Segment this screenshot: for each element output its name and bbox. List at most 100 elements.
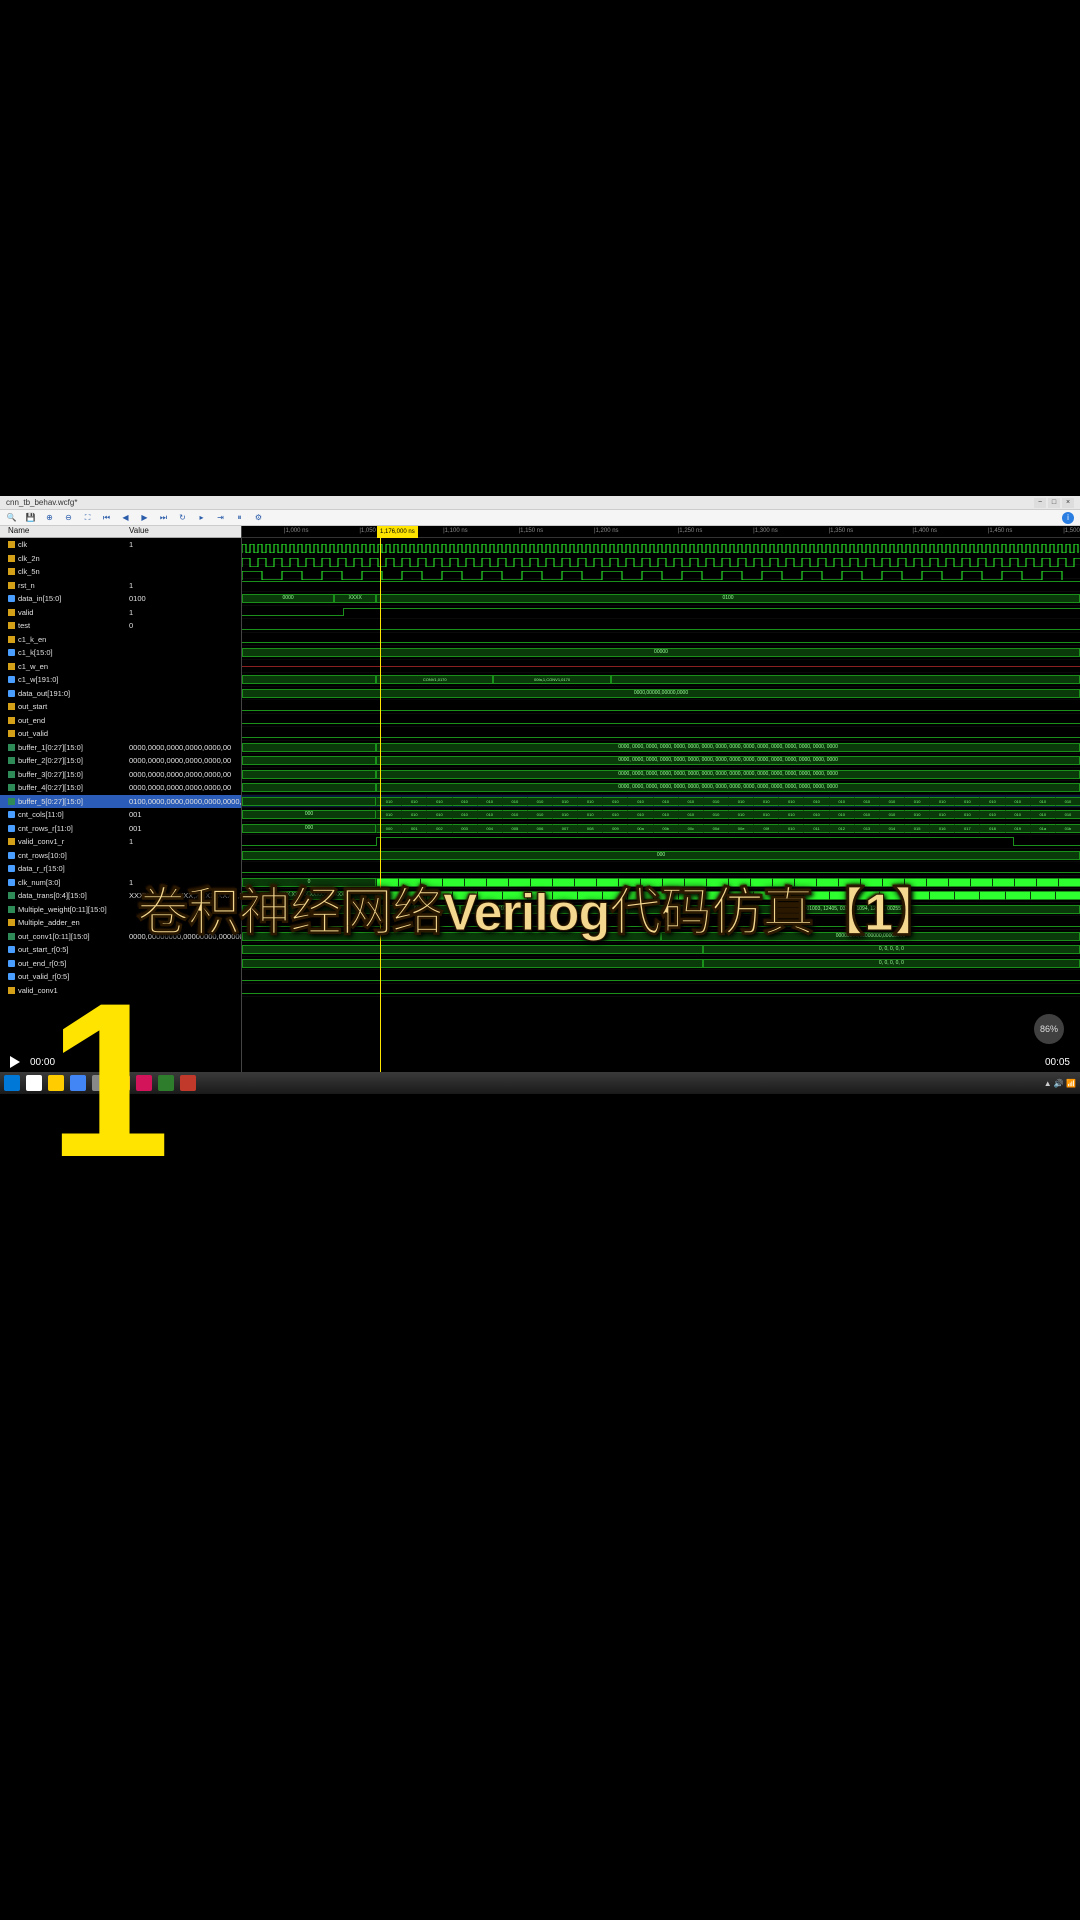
wave-row[interactable]: 0000, 0000, 0000, 0000, 0000, 0000, 0000… (242, 741, 1080, 755)
wave-row[interactable] (242, 579, 1080, 593)
wave-row[interactable]: CONV1,017000fa,1,CONV1,0170 (242, 673, 1080, 687)
progress-badge: 86% (1034, 1014, 1064, 1044)
wave-row[interactable]: 0100100100100100100100100100100100100100… (242, 795, 1080, 809)
info-icon[interactable]: i (1062, 512, 1074, 524)
windows-start-icon[interactable] (4, 1075, 20, 1091)
signal-row[interactable]: clk1 (0, 538, 241, 552)
time-ruler[interactable]: 1,176,000 ns |1,000 ns|1,050 ns|1,100 ns… (242, 526, 1080, 538)
restart-icon[interactable]: ↻ (177, 512, 188, 523)
signal-row[interactable]: data_in[15:0]0100 (0, 592, 241, 606)
wave-row[interactable]: 0000, 0000, 0000, 0000, 0000, 0000, 0000… (242, 768, 1080, 782)
signal-row[interactable]: buffer_3[0:27][15:0]0000,0000,0000,0000,… (0, 768, 241, 782)
wave-row[interactable] (242, 714, 1080, 728)
wave-row[interactable] (242, 606, 1080, 620)
signal-row[interactable]: buffer_2[0:27][15:0]0000,0000,0000,0000,… (0, 754, 241, 768)
signal-name: Multiple_adder_en (18, 918, 80, 927)
wave-row[interactable] (242, 538, 1080, 552)
wave-row[interactable]: 0, 0, 0, 0, 0 (242, 957, 1080, 971)
tray-icons[interactable]: ▲ 🔊 📶 (1044, 1079, 1076, 1088)
search-taskbar-icon[interactable] (26, 1075, 42, 1091)
signal-row[interactable]: c1_w[191:0] (0, 673, 241, 687)
wave-row[interactable] (242, 565, 1080, 579)
cursor-line[interactable] (380, 538, 381, 1072)
arr-icon (8, 906, 15, 913)
app5-icon[interactable] (180, 1075, 196, 1091)
wave-row[interactable] (242, 984, 1080, 998)
signal-row[interactable]: buffer_4[0:27][15:0]0000,0000,0000,0000,… (0, 781, 241, 795)
wave-row[interactable] (242, 633, 1080, 647)
signal-row[interactable]: out_valid (0, 727, 241, 741)
signal-row[interactable]: test0 (0, 619, 241, 633)
bus-icon (8, 865, 15, 872)
signal-row[interactable]: valid_conv1_r1 (0, 835, 241, 849)
waveform-area[interactable]: 1,176,000 ns |1,000 ns|1,050 ns|1,100 ns… (242, 526, 1080, 1072)
arr-icon (8, 933, 15, 940)
value-column-header[interactable]: Value (125, 526, 241, 537)
wave-row[interactable]: 0000, 0000, 0000, 0000, 0000, 0000, 0000… (242, 754, 1080, 768)
signal-row[interactable]: clk_2n (0, 552, 241, 566)
minimize-button[interactable]: − (1034, 498, 1046, 508)
signal-row[interactable]: c1_k[15:0] (0, 646, 241, 660)
signal-row[interactable]: rst_n1 (0, 579, 241, 593)
overlay-title: 卷积神经网络Verilog代码仿真【1】 (137, 870, 943, 945)
search-icon[interactable]: 🔍 (6, 512, 17, 523)
arr-icon (8, 892, 15, 899)
signal-row[interactable]: valid1 (0, 606, 241, 620)
break-icon[interactable]: ⏸ (234, 512, 245, 523)
signal-row[interactable]: cnt_rows[10:0] (0, 849, 241, 863)
bit-icon (8, 609, 15, 616)
time-tick: |1,000 ns (284, 528, 309, 534)
step-fwd-icon[interactable]: ▶ (139, 512, 150, 523)
signal-row[interactable]: out_start_r[0:5] (0, 943, 241, 957)
signal-row[interactable]: buffer_1[0:27][15:0]0000,0000,0000,0000,… (0, 741, 241, 755)
wave-row[interactable]: 0000XXXX0100 (242, 592, 1080, 606)
signal-name: valid (18, 608, 33, 617)
wave-row[interactable]: 0000, 0000, 0000, 0000, 0000, 0000, 0000… (242, 781, 1080, 795)
wave-row[interactable] (242, 835, 1080, 849)
signal-row[interactable]: buffer_5[0:27][15:0]0100,0000,0000,0000,… (0, 795, 241, 809)
signal-row[interactable]: c1_k_en (0, 633, 241, 647)
bit-icon (8, 919, 15, 926)
wave-row[interactable]: 00000 (242, 646, 1080, 660)
maximize-button[interactable]: □ (1048, 498, 1060, 508)
signal-name: out_end (18, 716, 45, 725)
signal-row[interactable]: out_end (0, 714, 241, 728)
wave-row[interactable] (242, 619, 1080, 633)
signal-name: data_trans[0:4][15:0] (18, 891, 87, 900)
signal-row[interactable]: cnt_cols[11:0]001 (0, 808, 241, 822)
name-column-header[interactable]: Name (0, 526, 125, 537)
save-icon[interactable]: 💾 (25, 512, 36, 523)
run-all-icon[interactable]: ⇥ (215, 512, 226, 523)
wave-row[interactable]: 0000,00000,00000,0000 (242, 687, 1080, 701)
step-back-icon[interactable]: ◀ (120, 512, 131, 523)
wave-row[interactable]: 00000000100200300400500600700800900a00b0… (242, 822, 1080, 836)
wave-row[interactable] (242, 700, 1080, 714)
wave-row[interactable] (242, 727, 1080, 741)
zoom-fit-icon[interactable]: ⛶ (82, 512, 93, 523)
zoom-out-icon[interactable]: ⊖ (63, 512, 74, 523)
play-icon[interactable] (10, 1056, 20, 1068)
zoom-in-icon[interactable]: ⊕ (44, 512, 55, 523)
signal-row[interactable]: data_out[191:0] (0, 687, 241, 701)
wave-row[interactable]: 0, 0, 0, 0, 0 (242, 943, 1080, 957)
cursor-prev-icon[interactable]: ⏮ (101, 512, 112, 523)
wave-row[interactable]: 000 (242, 849, 1080, 863)
signal-value: 0100,0000,0000,0000,0000,0000,00 (125, 797, 241, 806)
wave-row[interactable] (242, 660, 1080, 674)
run-icon[interactable]: ▸ (196, 512, 207, 523)
signal-row[interactable]: clk_5n (0, 565, 241, 579)
wave-row[interactable] (242, 970, 1080, 984)
wave-row[interactable]: 0000100100100100100100100100100100100100… (242, 808, 1080, 822)
signal-row[interactable]: c1_w_en (0, 660, 241, 674)
signal-row[interactable]: cnt_rows_r[11:0]001 (0, 822, 241, 836)
signal-name: buffer_2[0:27][15:0] (18, 756, 83, 765)
cursor-marker[interactable]: 1,176,000 ns (377, 526, 418, 538)
close-button[interactable]: × (1062, 498, 1074, 508)
time-tick: |1,350 ns (829, 528, 854, 534)
arr-icon (8, 784, 15, 791)
signal-row[interactable]: out_start (0, 700, 241, 714)
settings-icon[interactable]: ⚙ (253, 512, 264, 523)
wave-row[interactable] (242, 552, 1080, 566)
arr-icon (8, 757, 15, 764)
cursor-next-icon[interactable]: ⏭ (158, 512, 169, 523)
